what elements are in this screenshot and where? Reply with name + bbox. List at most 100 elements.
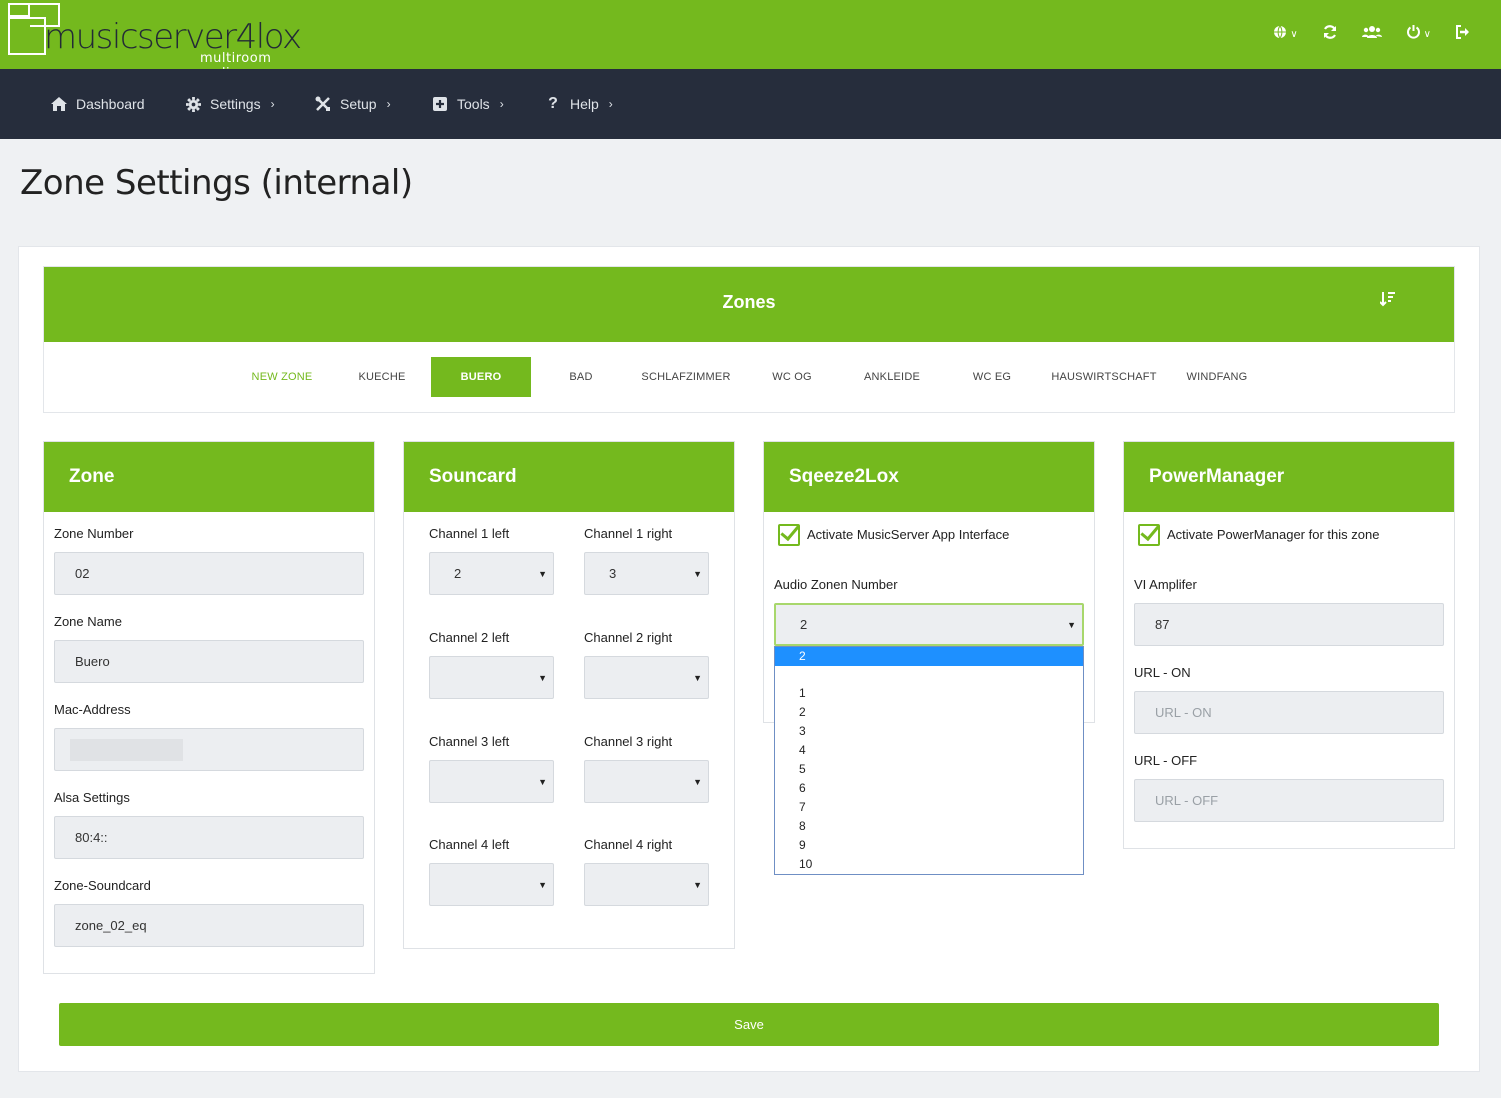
header-actions: ∨ ∨: [1249, 22, 1471, 46]
activate-app-interface-label: Activate MusicServer App Interface: [807, 527, 1010, 542]
nav-label: Settings: [210, 96, 261, 112]
power-icon: [1406, 24, 1421, 44]
redacted-value: [70, 739, 183, 761]
nav-label: Setup: [340, 96, 377, 112]
dropdown-option[interactable]: 9: [799, 836, 806, 855]
nav-label: Tools: [457, 96, 490, 112]
zone-tab-schlafzimmer[interactable]: SCHLAFZIMMER: [636, 357, 736, 397]
language-menu[interactable]: ∨: [1273, 22, 1298, 46]
tools-icon: [314, 96, 332, 112]
activate-app-interface-checkbox[interactable]: [778, 520, 800, 546]
zone-tab-windfang[interactable]: WINDFANG: [1167, 357, 1267, 397]
gear-icon: [184, 96, 202, 112]
activate-powermanager-checkbox[interactable]: [1138, 520, 1160, 546]
zone-tab-buero[interactable]: BUERO: [431, 357, 531, 397]
dropdown-arrow-icon: ▼: [538, 568, 547, 579]
save-button[interactable]: Save: [59, 1003, 1439, 1046]
logo-square: [8, 17, 46, 55]
zone-panel: Zone Zone Number 02 Zone Name Buero Mac-…: [43, 441, 375, 974]
power-menu[interactable]: ∨: [1406, 22, 1431, 46]
audio-zone-dropdown-list: 2 1 2 3 4 5 6 7 8 9 10: [774, 646, 1084, 875]
dropdown-option[interactable]: 10: [799, 855, 812, 874]
dropdown-option[interactable]: 4: [799, 741, 806, 760]
zone-number-label: Zone Number: [54, 526, 134, 541]
dropdown-option[interactable]: 2: [799, 703, 806, 722]
zone-tab-ankleide[interactable]: ANKLEIDE: [842, 357, 942, 397]
nav-settings[interactable]: Settings ›: [184, 69, 275, 139]
logout-button[interactable]: [1455, 22, 1471, 46]
zones-header: Zones: [44, 267, 1454, 342]
question-icon: ?: [548, 95, 558, 112]
vi-amplifier-label: VI Amplifer: [1134, 577, 1197, 592]
chevron-right-icon: ›: [499, 97, 504, 111]
url-off-input[interactable]: URL - OFF: [1134, 779, 1444, 822]
channel-4-left-select[interactable]: ▼: [429, 863, 554, 906]
dropdown-option[interactable]: 3: [799, 722, 806, 741]
vi-amplifier-input[interactable]: 87: [1134, 603, 1444, 646]
users-button[interactable]: [1361, 22, 1382, 46]
zone-tab-hauswirtschaft[interactable]: HAUSWIRTSCHAFT: [1049, 357, 1159, 397]
panel-title: Souncard: [404, 442, 734, 512]
dropdown-arrow-icon: ▼: [538, 776, 547, 787]
checkmark-icon: [780, 520, 800, 542]
refresh-button[interactable]: [1322, 22, 1338, 46]
dropdown-option-highlighted[interactable]: 2: [775, 647, 1083, 666]
powermanager-panel: PowerManager Activate PowerManager for t…: [1123, 441, 1455, 849]
zone-tab-wc-og[interactable]: WC OG: [742, 357, 842, 397]
dropdown-option[interactable]: 8: [799, 817, 806, 836]
channel-3-right-label: Channel 3 right: [584, 734, 673, 749]
zone-tab-bad[interactable]: BAD: [531, 357, 631, 397]
dropdown-arrow-icon: ▼: [693, 879, 702, 890]
main-nav: Dashboard Settings › Setup › Tools › ? H…: [0, 69, 1501, 139]
checkmark-icon: [1140, 520, 1160, 542]
nav-setup[interactable]: Setup ›: [314, 69, 391, 139]
alsa-settings-label: Alsa Settings: [54, 790, 130, 805]
sort-icon[interactable]: [1379, 291, 1396, 311]
home-icon: [50, 97, 68, 111]
zone-number-input[interactable]: 02: [54, 552, 364, 595]
channel-1-right-label: Channel 1 right: [584, 526, 673, 541]
channel-1-left-select[interactable]: 2 ▼: [429, 552, 554, 595]
channel-2-right-select[interactable]: ▼: [584, 656, 709, 699]
dropdown-arrow-icon: ▼: [693, 672, 702, 683]
dropdown-option[interactable]: 5: [799, 760, 806, 779]
channel-2-right-label: Channel 2 right: [584, 630, 673, 645]
channel-2-left-select[interactable]: ▼: [429, 656, 554, 699]
channel-3-left-select[interactable]: ▼: [429, 760, 554, 803]
nav-dashboard[interactable]: Dashboard: [50, 69, 145, 139]
chevron-right-icon: ›: [270, 97, 275, 111]
zones-card: Zones NEW ZONE KUECHE BUERO BAD SCHLAFZI…: [43, 266, 1455, 413]
zone-tab-kueche[interactable]: KUECHE: [332, 357, 432, 397]
chevron-right-icon: ›: [608, 97, 613, 111]
url-on-input[interactable]: URL - ON: [1134, 691, 1444, 734]
chevron-down-icon: ∨: [1290, 28, 1298, 40]
dropdown-option[interactable]: 1: [799, 684, 806, 703]
plus-square-icon: [431, 97, 449, 111]
users-icon: [1361, 24, 1382, 45]
zone-tab-new-zone[interactable]: NEW ZONE: [232, 357, 332, 397]
panel-title: Zone: [44, 442, 374, 512]
audio-zone-number-label: Audio Zonen Number: [774, 577, 898, 592]
mac-address-label: Mac-Address: [54, 702, 131, 717]
select-value: 2: [800, 617, 808, 632]
zone-tab-wc-eg[interactable]: WC EG: [942, 357, 1042, 397]
zone-soundcard-input[interactable]: zone_02_eq: [54, 904, 364, 947]
logout-icon: [1455, 24, 1471, 44]
channel-3-right-select[interactable]: ▼: [584, 760, 709, 803]
nav-tools[interactable]: Tools ›: [431, 69, 504, 139]
mac-address-input[interactable]: [54, 728, 364, 771]
channel-1-right-select[interactable]: 3 ▼: [584, 552, 709, 595]
dropdown-option[interactable]: 7: [799, 798, 806, 817]
audio-zone-number-select[interactable]: 2 ▼: [774, 603, 1084, 646]
zone-name-input[interactable]: Buero: [54, 640, 364, 683]
channel-3-left-label: Channel 3 left: [429, 734, 510, 749]
chevron-right-icon: ›: [386, 97, 391, 111]
panel-title: PowerManager: [1124, 442, 1454, 512]
dropdown-option[interactable]: 6: [799, 779, 806, 798]
channel-4-right-select[interactable]: ▼: [584, 863, 709, 906]
nav-help[interactable]: ? Help ›: [544, 69, 613, 139]
alsa-settings-input[interactable]: 80:4::: [54, 816, 364, 859]
app-logo[interactable]: musicserver4lox multiroom audio: [8, 3, 308, 81]
globe-icon: [1273, 25, 1287, 44]
dropdown-arrow-icon: ▼: [1067, 619, 1076, 630]
